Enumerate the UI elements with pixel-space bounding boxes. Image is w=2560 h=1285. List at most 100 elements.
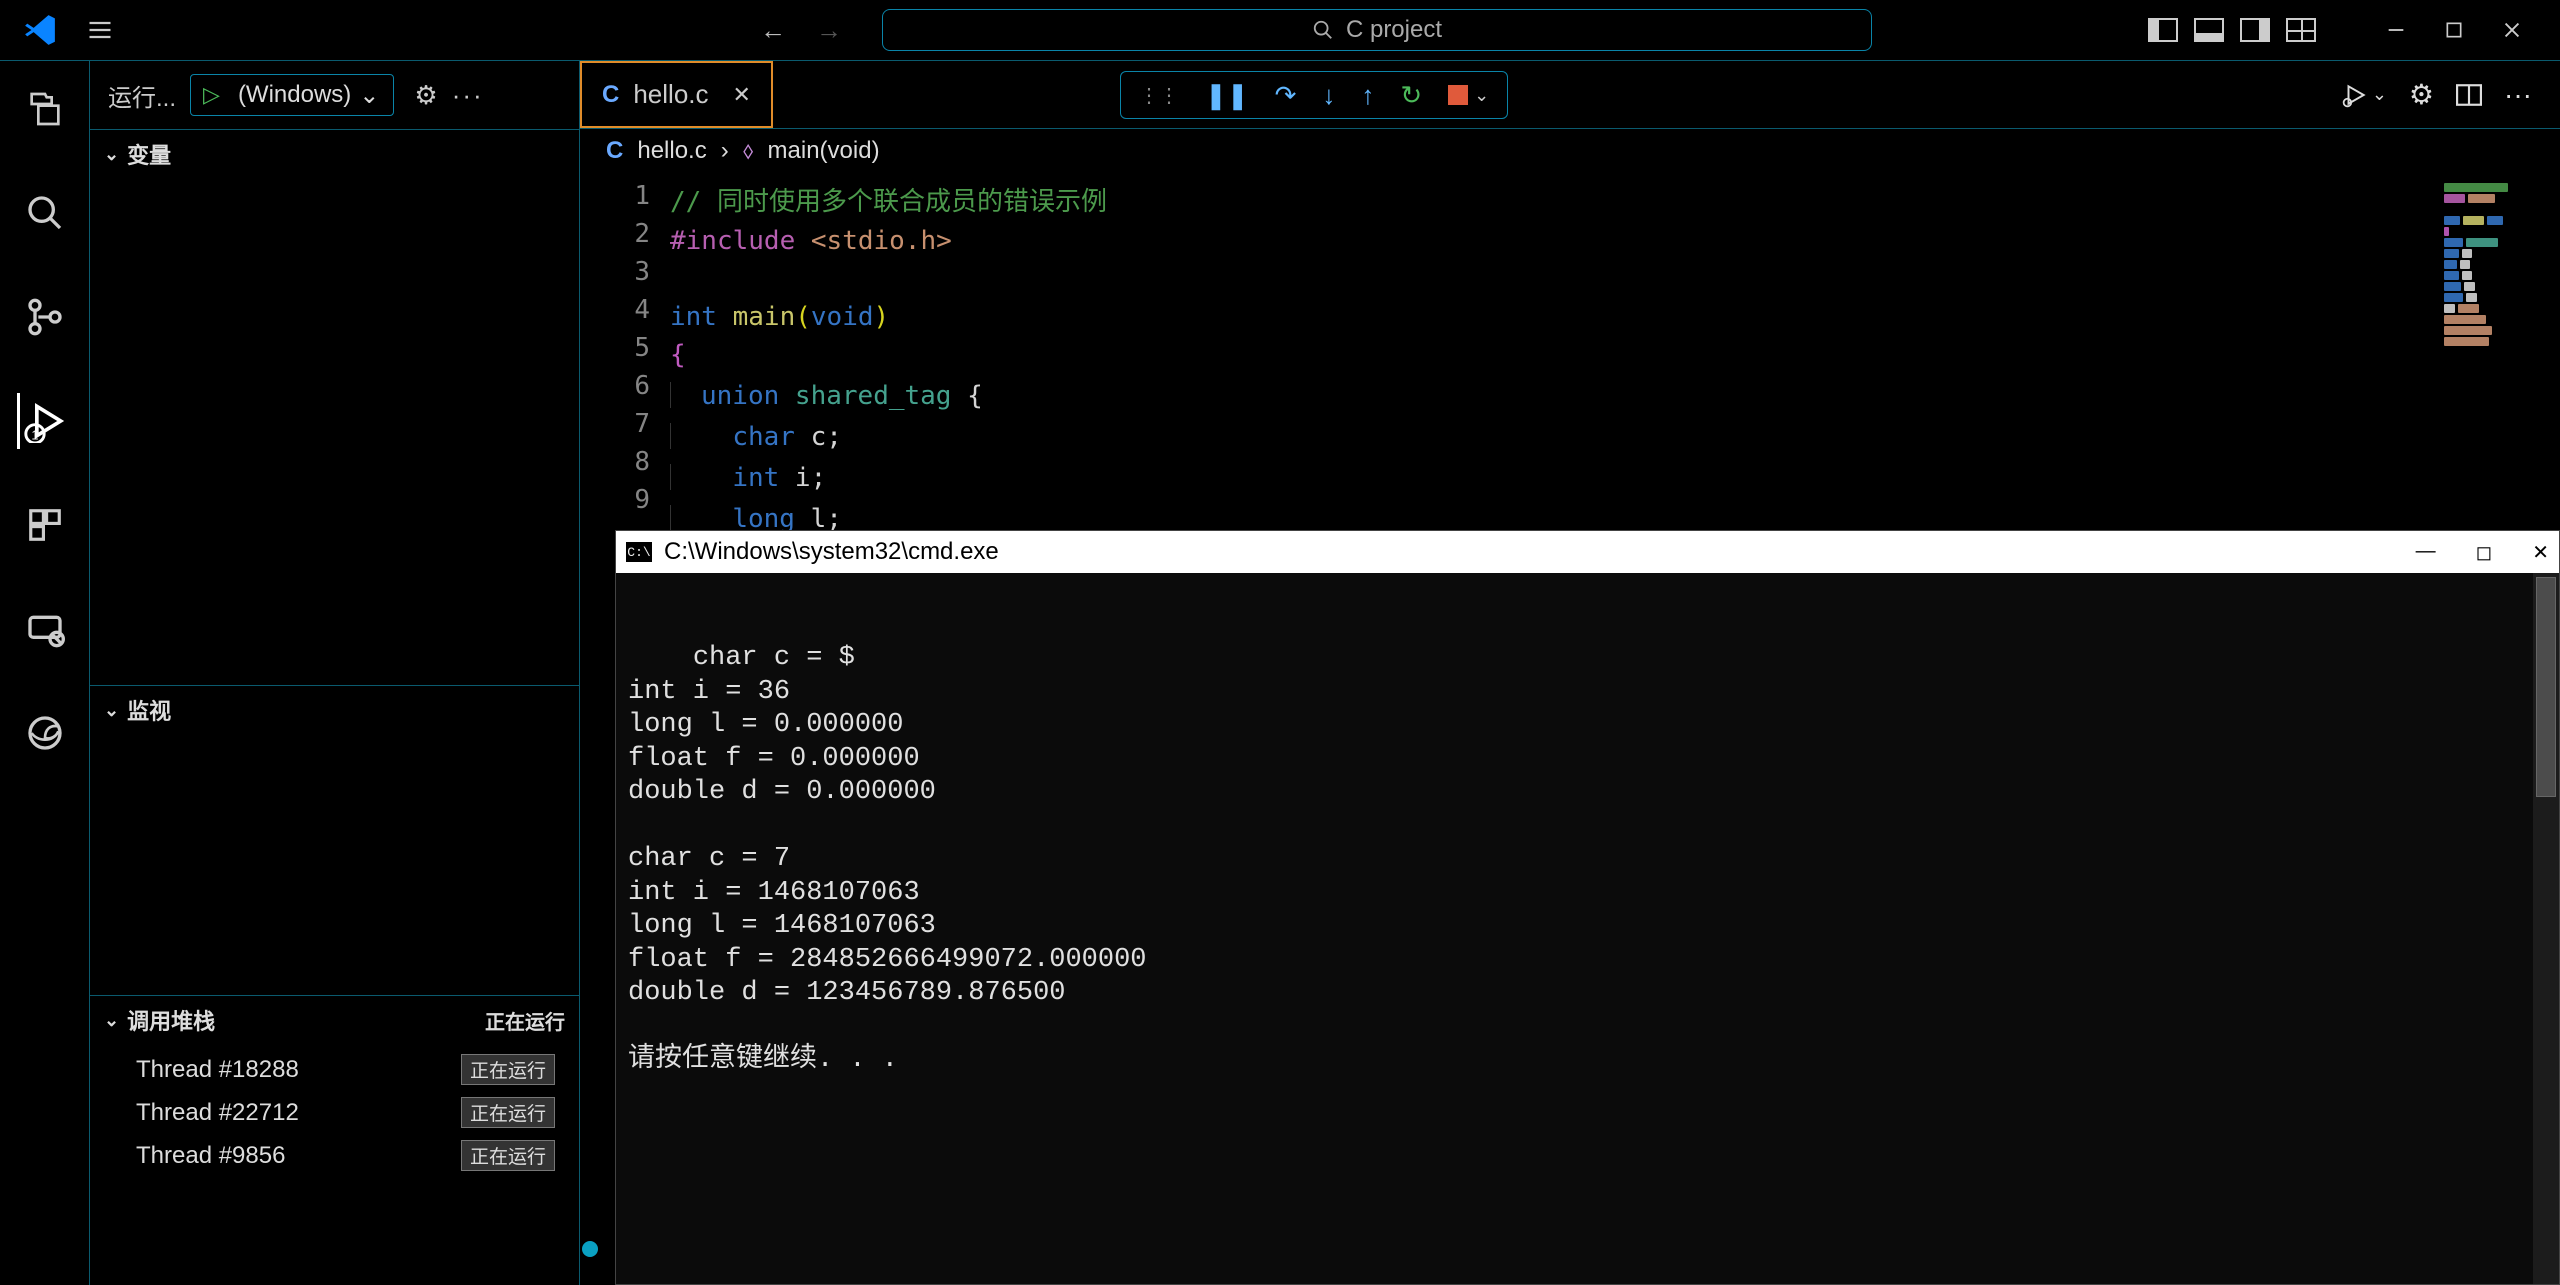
line-number: 2 <box>580 215 670 253</box>
step-into-icon[interactable]: ↓ <box>1322 80 1335 111</box>
thread-row[interactable]: Thread #18288 正在运行 <box>90 1048 579 1091</box>
activity-search-icon[interactable] <box>17 185 73 241</box>
watch-pane-title: 监视 <box>127 694 171 726</box>
chevron-down-icon: ⌄ <box>2372 84 2387 105</box>
variables-pane-header[interactable]: ⌄ 变量 <box>90 130 579 178</box>
code-text: union <box>701 381 795 411</box>
titlebar-right <box>2148 12 2560 48</box>
toggle-panel-icon[interactable] <box>2194 18 2224 42</box>
code-text: ( <box>795 302 811 332</box>
activity-remote-icon[interactable] <box>17 601 73 657</box>
console-close-icon[interactable]: ✕ <box>2532 540 2549 565</box>
console-minimize-icon[interactable]: — <box>2416 540 2436 565</box>
line-number: 4 <box>580 291 670 329</box>
console-maximize-icon[interactable]: ◻ <box>2476 540 2493 565</box>
tab-close-icon[interactable]: ✕ <box>733 82 751 108</box>
activity-source-control-icon[interactable] <box>17 289 73 345</box>
watch-pane-header[interactable]: ⌄ 监视 <box>90 686 579 734</box>
debug-sidebar-header: 运行... ▷ (Windows) ⌄ ⚙ ··· <box>90 61 579 129</box>
drag-handle-icon[interactable]: ⋮⋮ <box>1139 83 1179 108</box>
editor-tab-hello-c[interactable]: C hello.c ✕ <box>580 61 773 128</box>
code-text: void <box>811 302 874 332</box>
console-output[interactable]: char c = $ int i = 36 long l = 0.000000 … <box>616 573 2559 1284</box>
pause-icon[interactable]: ❚❚ <box>1205 80 1249 111</box>
toggle-secondary-sidebar-icon[interactable] <box>2240 18 2270 42</box>
window-close-icon[interactable] <box>2494 12 2530 48</box>
more-editor-actions-icon[interactable]: ··· <box>2504 79 2532 111</box>
thread-status-badge: 正在运行 <box>461 1054 555 1085</box>
breadcrumb-file[interactable]: hello.c <box>637 137 706 165</box>
chevron-down-icon: ⌄ <box>359 81 379 110</box>
layout-toggle-group <box>2148 18 2316 42</box>
editor-settings-icon[interactable]: ⚙ <box>2409 78 2434 111</box>
callstack-status: 正在运行 <box>485 1006 565 1035</box>
nav-arrows: ← → <box>760 15 842 46</box>
window-minimize-icon[interactable] <box>2378 12 2414 48</box>
breadcrumb-separator-icon: › <box>721 137 729 165</box>
run-and-debug-label: 运行... <box>108 78 176 113</box>
debug-sidebar: 运行... ▷ (Windows) ⌄ ⚙ ··· ⌄ 变量 ⌄ 监视 <box>90 61 580 1285</box>
command-center-search[interactable]: C project <box>882 9 1872 51</box>
variables-pane: ⌄ 变量 <box>90 129 579 685</box>
start-debug-icon[interactable]: ▷ <box>191 82 232 108</box>
thread-row[interactable]: Thread #9856 正在运行 <box>90 1134 579 1177</box>
thread-label: Thread #18288 <box>136 1056 299 1084</box>
c-file-icon: C <box>602 81 619 109</box>
symbol-method-icon: ⬨ <box>743 137 754 165</box>
console-window-controls: — ◻ ✕ <box>2416 540 2549 565</box>
code-text: c; <box>795 422 842 452</box>
search-placeholder: C project <box>1346 16 1442 44</box>
c-file-icon: C <box>606 137 623 165</box>
console-scrollbar[interactable] <box>2533 573 2559 1284</box>
minimap[interactable] <box>2438 181 2556 361</box>
open-launch-json-icon[interactable]: ⚙ <box>414 80 437 111</box>
watch-pane: ⌄ 监视 <box>90 685 579 995</box>
code-text: // 同时使用多个联合成员的错误示例 <box>670 187 1107 217</box>
callstack-list: Thread #18288 正在运行 Thread #22712 正在运行 Th… <box>90 1044 579 1181</box>
activity-bar: 1 <box>0 61 90 1285</box>
line-number: 6 <box>580 367 670 405</box>
editor-tab-row: C hello.c ✕ ⋮⋮ ❚❚ ↷ ↓ ↑ ↻ ⌄ ⌄ ⚙ <box>580 61 2560 129</box>
code-text: #include <box>670 226 811 256</box>
toggle-primary-sidebar-icon[interactable] <box>2148 18 2178 42</box>
activity-extensions-icon[interactable] <box>17 497 73 553</box>
search-icon <box>1312 19 1334 41</box>
window-maximize-icon[interactable] <box>2436 12 2472 48</box>
line-number: 9 <box>580 481 670 519</box>
stop-icon[interactable]: ⌄ <box>1448 85 1489 106</box>
activity-run-debug-icon[interactable]: 1 <box>17 393 73 449</box>
thread-status-badge: 正在运行 <box>461 1140 555 1171</box>
line-number: 1 <box>580 177 670 215</box>
unsaved-indicator-icon <box>582 1241 598 1257</box>
console-titlebar[interactable]: C:\ C:\Windows\system32\cmd.exe — ◻ ✕ <box>616 531 2559 573</box>
debug-toolbar[interactable]: ⋮⋮ ❚❚ ↷ ↓ ↑ ↻ ⌄ <box>1120 71 1508 119</box>
customize-layout-icon[interactable] <box>2286 18 2316 42</box>
nav-forward-icon[interactable]: → <box>816 15 842 46</box>
activity-explorer-icon[interactable] <box>17 81 73 137</box>
callstack-pane-header[interactable]: ⌄ 调用堆栈 正在运行 <box>90 996 579 1044</box>
vscode-logo <box>20 10 60 50</box>
launch-config-selector[interactable]: ▷ (Windows) ⌄ <box>190 74 394 116</box>
code-text: { <box>951 381 982 411</box>
editor-actions-right: ⌄ ⚙ ··· <box>2314 61 2560 128</box>
cmd-icon: C:\ <box>626 542 652 562</box>
breadcrumb[interactable]: C hello.c › ⬨ main(void) <box>580 129 2560 173</box>
nav-back-icon[interactable]: ← <box>760 15 786 46</box>
activity-edge-icon[interactable] <box>17 705 73 761</box>
breadcrumb-symbol[interactable]: main(void) <box>768 137 880 165</box>
split-editor-icon[interactable] <box>2456 84 2482 106</box>
step-out-icon[interactable]: ↑ <box>1361 80 1374 111</box>
step-over-icon[interactable]: ↷ <box>1275 80 1297 111</box>
launch-config-name[interactable]: (Windows) ⌄ <box>232 81 393 110</box>
restart-icon[interactable]: ↻ <box>1400 80 1422 111</box>
run-file-icon[interactable]: ⌄ <box>2342 82 2387 108</box>
hamburger-menu-icon[interactable] <box>80 10 120 50</box>
thread-label: Thread #9856 <box>136 1142 285 1170</box>
more-actions-icon[interactable]: ··· <box>452 80 484 111</box>
svg-text:1: 1 <box>31 427 38 442</box>
chevron-down-icon: ⌄ <box>1474 85 1489 106</box>
thread-label: Thread #22712 <box>136 1099 299 1127</box>
tab-filename: hello.c <box>633 79 708 110</box>
thread-row[interactable]: Thread #22712 正在运行 <box>90 1091 579 1134</box>
scrollbar-thumb[interactable] <box>2536 577 2556 797</box>
